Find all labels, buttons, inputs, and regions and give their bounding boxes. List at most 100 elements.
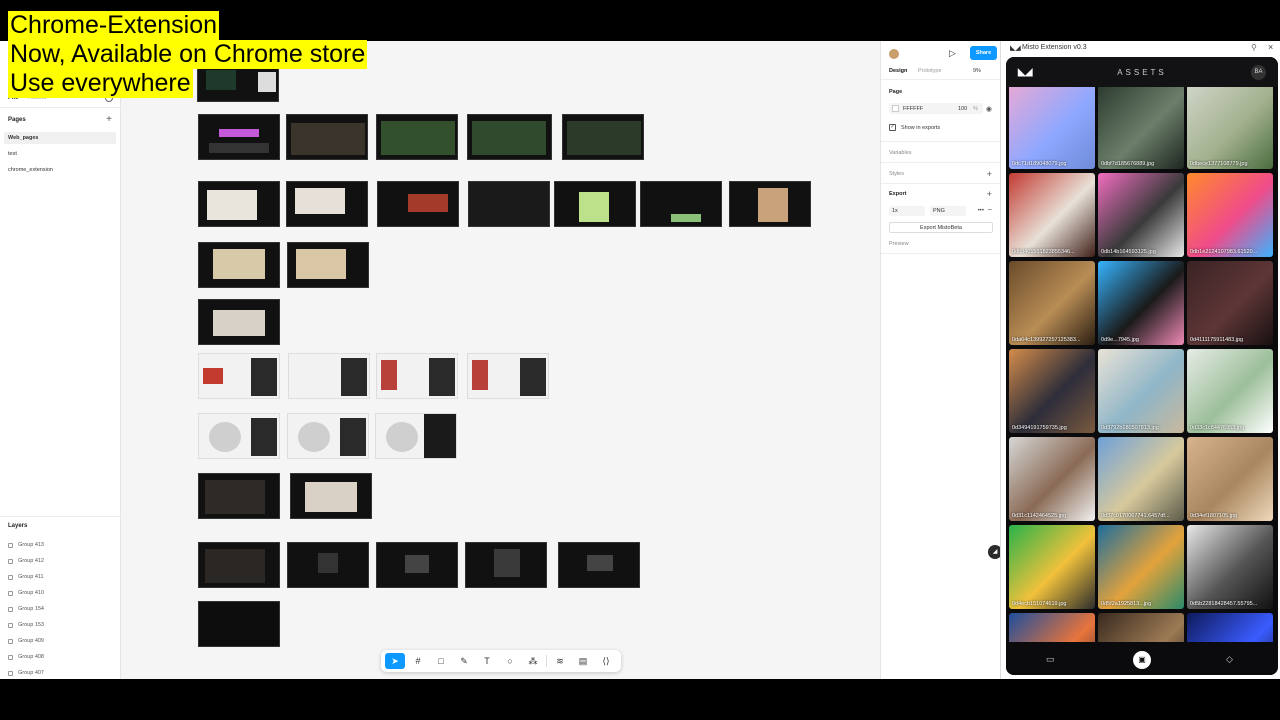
layer-item[interactable]: Group 410 [8,588,44,598]
layer-item[interactable]: Group 413 [8,540,44,550]
zoom-level[interactable]: 9% [973,68,981,74]
export-scale-select[interactable]: 1x [889,206,925,216]
canvas-frame[interactable] [287,242,369,288]
frame-tool-icon[interactable]: # [408,653,428,669]
canvas-frame[interactable] [376,353,458,399]
page-item-web-pages[interactable]: Web_pages [4,132,116,144]
canvas-frame[interactable] [198,114,280,160]
canvas-frame[interactable] [287,542,369,588]
asset-tile[interactable]: 0d5b22818428457.55795... [1187,525,1273,609]
canvas-frame[interactable] [558,542,640,588]
asset-tile[interactable]: 0dc71d189048079.jpg [1009,87,1095,169]
canvas-frame[interactable] [198,473,280,519]
text-tool-icon[interactable]: T [477,653,497,669]
canvas-frame[interactable] [287,413,369,459]
rectangle-tool-icon[interactable]: □ [431,653,451,669]
canvas-frame[interactable] [198,181,280,227]
canvas-frame[interactable] [562,114,644,160]
canvas-frame[interactable] [377,181,459,227]
more-icon[interactable]: ••• [978,208,984,214]
layer-item[interactable]: Group 411 [8,572,44,582]
page-fill-field[interactable]: FFFFFF 100 % [889,103,983,114]
asset-tile[interactable]: 0d3792b180507813.jpg [1098,349,1184,433]
move-tool-icon[interactable]: ➤ [385,653,405,669]
canvas-frame[interactable] [554,181,636,227]
asset-tile[interactable]: 0d4111175911483.jpg [1187,261,1273,345]
tab-design[interactable]: Design [889,68,907,74]
canvas-frame[interactable] [640,181,722,227]
canvas-frame[interactable] [286,114,368,160]
asset-tile[interactable]: 0db3401551823855346... [1009,173,1095,257]
chat-icon[interactable]: ▭ [1046,654,1055,665]
send-icon[interactable]: ◇ [1226,654,1233,665]
add-export-icon[interactable]: + [987,190,992,199]
asset-tile[interactable]: 0db14b164593125.jpg [1098,173,1184,257]
asset-tile[interactable]: 0d34ef1807105.jpg [1187,437,1273,521]
asset-tile[interactable]: 0db1e2124107983.61520... [1187,173,1273,257]
draw-mode-icon[interactable]: ≋ [550,653,570,669]
layer-item[interactable]: Group 154 [8,604,44,614]
add-style-icon[interactable]: + [987,170,992,179]
canvas-frame[interactable] [467,353,549,399]
asset-tile[interactable]: 0dbece1377108779.jpg [1187,87,1273,169]
tab-prototype[interactable]: Prototype [918,68,942,74]
asset-tile[interactable]: 0d9e...7945.jpg [1098,261,1184,345]
canvas-frame[interactable] [288,353,370,399]
asset-tile[interactable]: 0d37c0170067741.6457df... [1098,437,1184,521]
dev-mode-icon[interactable]: ⟨⟩ [596,653,616,669]
canvas-frame[interactable] [198,542,280,588]
pin-icon[interactable]: ⚲ [1251,43,1257,52]
canvas-frame[interactable] [465,542,547,588]
layer-item[interactable]: Group 408 [8,652,44,662]
gallery-icon[interactable]: ▣ [1133,651,1151,669]
page-item-test[interactable]: test [4,148,116,160]
asset-tile[interactable]: 0d31c1142464525.jpg [1009,437,1095,521]
asset-tile[interactable]: 0d3494191759735.jpg [1009,349,1095,433]
canvas-frame[interactable] [376,114,458,160]
canvas-frame[interactable] [198,413,280,459]
fill-hex[interactable]: FFFFFF [903,106,923,112]
design-canvas[interactable]: ➤ # □ ✎ T ○ ⁂ ≋ ▤ ⟨⟩ ? [121,41,988,679]
asset-tile[interactable]: 0dbf7d185676889.jpg [1098,87,1184,169]
comment-tool-icon[interactable]: ○ [500,653,520,669]
layer-item[interactable]: Group 412 [8,556,44,566]
actions-tool-icon[interactable]: ⁂ [523,653,543,669]
close-icon[interactable]: × [1268,42,1273,52]
canvas-frame[interactable] [376,542,458,588]
layer-item[interactable]: Group 407 [8,668,44,678]
preview-toggle[interactable]: Preview [889,241,909,247]
pen-tool-icon[interactable]: ✎ [454,653,474,669]
canvas-frame[interactable] [468,181,550,227]
canvas-frame[interactable] [467,114,552,160]
asset-tile[interactable] [1009,613,1095,642]
add-page-icon[interactable]: + [106,115,112,125]
canvas-frame[interactable] [198,353,280,399]
canvas-frame[interactable] [375,413,457,459]
show-in-exports-checkbox[interactable]: ✓ [889,124,896,131]
color-swatch[interactable] [892,105,899,112]
canvas-frame[interactable] [198,299,280,345]
canvas-frame[interactable] [729,181,811,227]
canvas-frame[interactable] [198,242,280,288]
asset-tile[interactable]: 0d5f2a1925813...jpg [1098,525,1184,609]
share-button[interactable]: Share [970,46,997,60]
design-mode-icon[interactable]: ▤ [573,653,593,669]
asset-tile[interactable]: 0d33c1c84476953.jpg [1187,349,1273,433]
canvas-frame[interactable] [198,601,280,647]
avatar[interactable] [889,49,899,59]
canvas-frame[interactable] [286,181,368,227]
present-icon[interactable]: ▷ [949,48,956,59]
asset-tile[interactable] [1187,613,1273,642]
export-button[interactable]: Export MistoBeta [889,222,993,233]
export-format-select[interactable]: PNG [930,206,966,216]
eye-icon[interactable]: ◉ [986,106,992,113]
avatar[interactable]: BA [1251,65,1266,80]
remove-icon[interactable]: − [987,206,992,214]
layer-item[interactable]: Group 409 [8,636,44,646]
asset-tile[interactable]: 0d4ecb151074619.jpg [1009,525,1095,609]
asset-tile[interactable] [1098,613,1184,642]
page-item-chrome-extension[interactable]: chrome_extension [4,164,116,176]
layer-item[interactable]: Group 153 [8,620,44,630]
canvas-frame[interactable] [290,473,372,519]
fill-opacity[interactable]: 100 [958,106,967,112]
